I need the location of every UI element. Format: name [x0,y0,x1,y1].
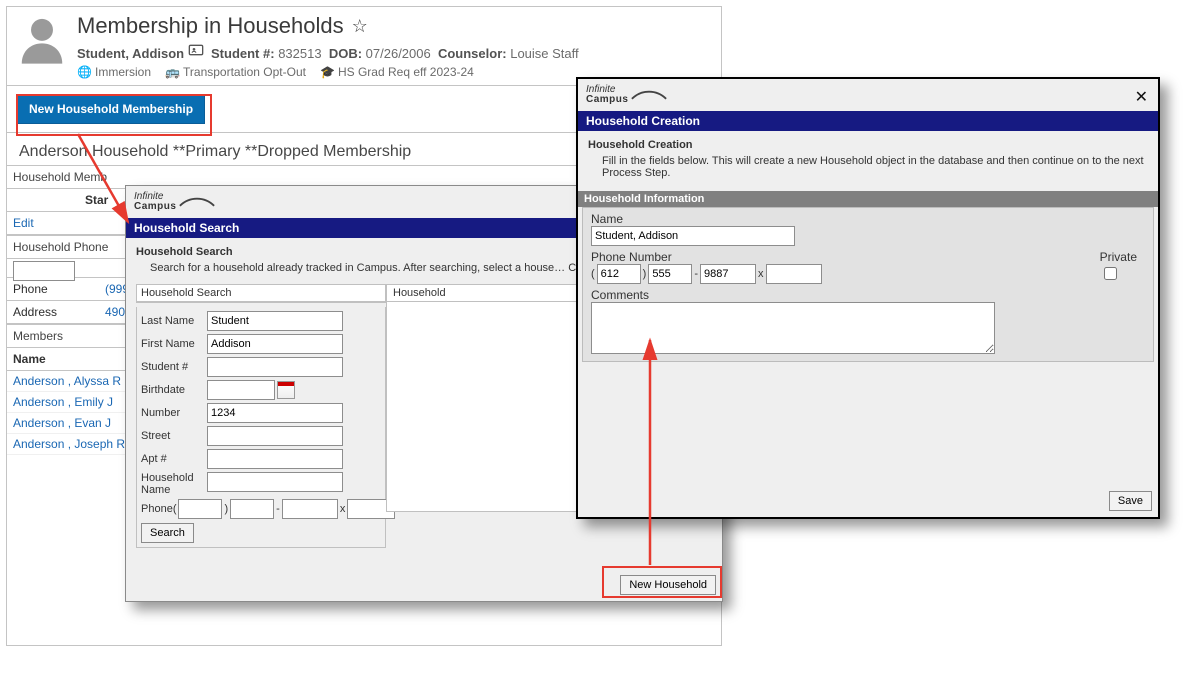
avatar [15,13,69,67]
page-heading: Membership in Households ☆ Student, Addi… [77,13,579,79]
creation-dialog-title: Household Creation [578,111,1158,131]
household-info-form: Name Phone Number () - x Private Comment… [582,207,1154,362]
comments-label: Comments [591,288,1145,302]
first-name-input[interactable] [207,334,343,354]
page-header: Membership in Households ☆ Student, Addi… [7,7,721,85]
edit-link[interactable]: Edit [13,216,34,230]
birthdate-input[interactable] [207,380,275,400]
cphone-area[interactable] [597,264,641,284]
household-creation-dialog: InfiniteCampus ✕ Household Creation Hous… [576,77,1160,519]
creation-instructions: Fill in the fields below. This will crea… [602,155,1148,179]
street-input[interactable] [207,426,343,446]
favorite-star-icon[interactable]: ☆ [352,16,368,37]
cphone-pre[interactable] [648,264,692,284]
creation-phone-group: () - x [591,264,822,284]
tag-gradreq: 🎓HS Grad Req eff 2023-24 [320,65,474,79]
search-section-heading: Household Search [136,246,233,258]
new-household-button[interactable]: New Household [620,575,716,595]
house-number-input[interactable] [207,403,343,423]
student-subheader: Student, Addison Student #: 832513 DOB: … [77,42,579,61]
logo-swoosh-icon [630,85,668,105]
phone-label: Phone Number [591,250,822,264]
search-dialog-footer: New Household [620,575,716,595]
last-name-input[interactable] [207,311,343,331]
cphone-num[interactable] [700,264,756,284]
creation-dialog-body: Household Creation Fill in the fields be… [578,131,1158,191]
student-number-input[interactable] [207,357,343,377]
tag-transport: 🚌Transportation Opt-Out [165,65,306,79]
student-tags: 🌐Immersion 🚌Transportation Opt-Out 🎓HS G… [77,65,579,79]
search-fieldset-header: Household Search [137,285,385,302]
save-button[interactable]: Save [1109,491,1152,511]
creation-section-heading: Household Creation [588,139,693,151]
logo-swoosh-icon [178,192,216,212]
grad-icon: 🎓 [320,65,334,79]
name-label: Name [591,212,1145,226]
sphone-num[interactable] [282,499,338,519]
creation-dialog-logo: InfiniteCampus [578,79,1158,111]
globe-icon: 🌐 [77,65,91,79]
close-icon[interactable]: ✕ [1135,87,1148,107]
new-household-membership-button[interactable]: New Household Membership [17,94,205,124]
bus-icon: 🚌 [165,65,179,79]
id-card-icon [188,46,208,61]
search-phone-group: () - x [173,499,396,519]
sphone-pre[interactable] [230,499,274,519]
cphone-ext[interactable] [766,264,822,284]
private-label: Private [1100,250,1137,264]
hh-name-input[interactable] [591,226,795,246]
household-name-input[interactable] [207,472,343,492]
apt-input[interactable] [207,449,343,469]
comments-textarea[interactable] [591,302,995,354]
sphone-area[interactable] [178,499,222,519]
page-title: Membership in Households ☆ [77,13,579,39]
search-form: Household Search Last Name First Name St… [136,284,386,548]
phone-quick-input[interactable] [13,261,75,281]
calendar-icon[interactable] [277,381,295,399]
col-start: Star [85,193,108,207]
household-info-header: Household Information [578,191,1158,207]
creation-dialog-footer: Save [1109,491,1152,511]
private-checkbox[interactable] [1104,267,1117,280]
search-button[interactable]: Search [141,523,194,543]
tag-immersion: 🌐Immersion [77,65,151,79]
